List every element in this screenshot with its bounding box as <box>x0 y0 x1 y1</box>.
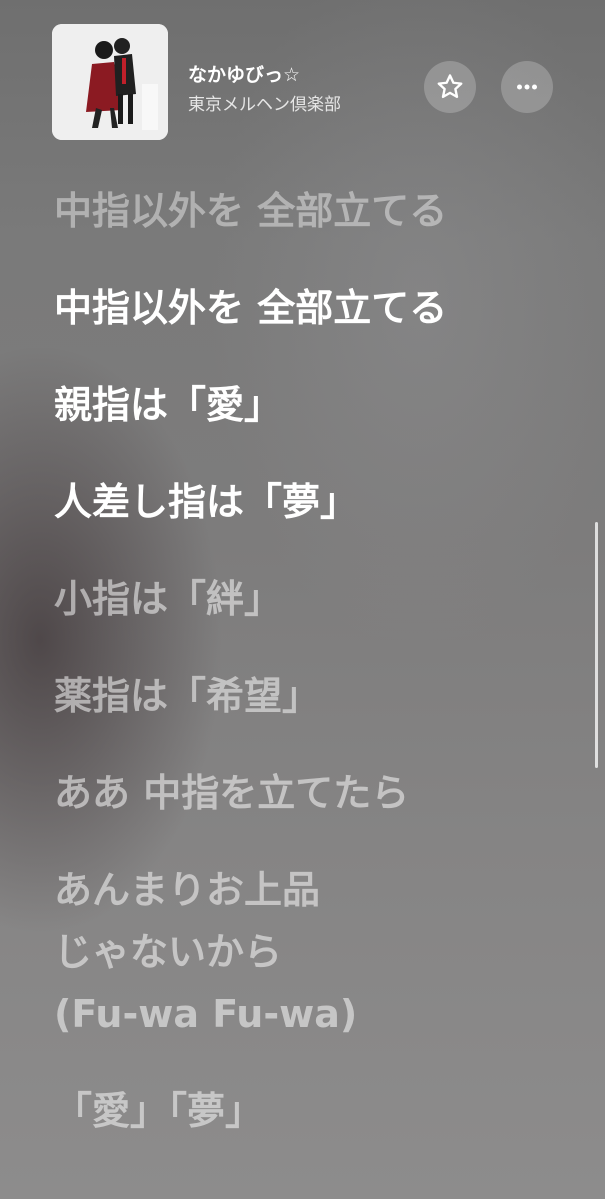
star-outline-icon <box>437 74 463 99</box>
lyric-line[interactable]: 中指以外を 全部立てる <box>54 180 574 242</box>
lyric-line[interactable]: (Fu-wa Fu-wa) <box>54 983 574 1045</box>
lyric-line[interactable]: 小指は「絆」 <box>54 568 574 630</box>
lyric-line[interactable]: あんまりお上品 <box>54 859 574 921</box>
scrollbar[interactable] <box>595 522 598 768</box>
song-title[interactable]: なかゆびっ☆ <box>188 60 300 87</box>
lyric-stanza[interactable]: あんまりお上品 じゃないから (Fu-wa Fu-wa) <box>54 859 574 1045</box>
now-playing-header: なかゆびっ☆ 東京メルヘン倶楽部 <box>0 0 605 150</box>
ellipsis-icon <box>517 84 537 90</box>
album-cover-art <box>52 24 168 140</box>
lyric-line[interactable]: 「愛」「夢」 <box>54 1080 574 1142</box>
lyrics-view[interactable]: 中指以外を 全部立てる 中指以外を 全部立てる 親指は「愛」 人差し指は「夢」 … <box>54 180 574 1177</box>
lyric-line[interactable]: 中指以外を 全部立てる <box>54 277 574 339</box>
more-options-button[interactable] <box>501 61 553 113</box>
artist-name[interactable]: 東京メルヘン倶楽部 <box>188 90 341 115</box>
lyric-line[interactable]: じゃないから <box>54 921 574 983</box>
lyric-line[interactable]: 薬指は「希望」 <box>54 665 574 727</box>
lyric-line[interactable]: ああ 中指を立てたら <box>54 762 574 824</box>
album-cover[interactable] <box>52 24 168 140</box>
lyric-line[interactable]: 親指は「愛」 <box>54 374 574 436</box>
favorite-button[interactable] <box>424 61 476 113</box>
lyric-line[interactable]: 人差し指は「夢」 <box>54 471 574 533</box>
